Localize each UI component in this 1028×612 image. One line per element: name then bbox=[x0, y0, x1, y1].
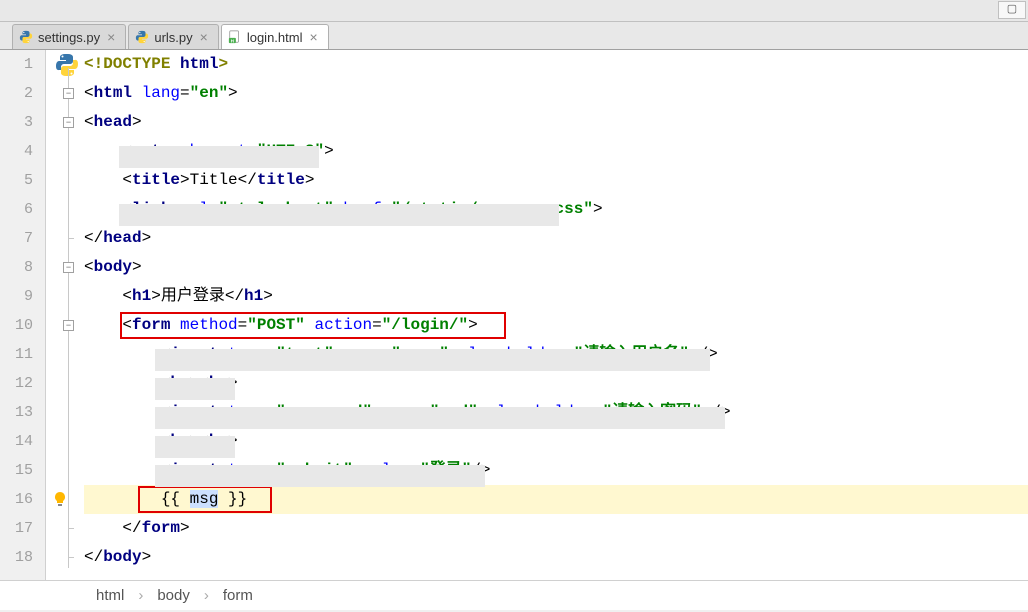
lightbulb-icon[interactable] bbox=[52, 491, 68, 507]
line-number: 6 bbox=[0, 195, 33, 224]
line-number: 13 bbox=[0, 398, 33, 427]
breadcrumb[interactable]: body bbox=[157, 587, 190, 604]
line-number: 7 bbox=[0, 224, 33, 253]
python-file-icon bbox=[54, 52, 80, 78]
code-line: <input type="submit" value="登录"/> bbox=[84, 456, 1028, 485]
code-area[interactable]: <!DOCTYPE html> <html lang="en"> <head> … bbox=[84, 50, 1028, 580]
line-number: 5 bbox=[0, 166, 33, 195]
code-line: <link rel="stylesheet" href="/static/com… bbox=[84, 195, 1028, 224]
fold-column: − − − − bbox=[46, 50, 84, 580]
code-line: <meta charset="UTF-8"> bbox=[84, 137, 1028, 166]
window-button[interactable]: ▢ bbox=[998, 1, 1026, 19]
tab-login-html[interactable]: H login.html × bbox=[221, 24, 329, 49]
code-line: <html lang="en"> bbox=[84, 79, 1028, 108]
fold-marker[interactable]: − bbox=[63, 320, 74, 331]
line-number: 14 bbox=[0, 427, 33, 456]
line-gutter: 1 2 3 4 5 6 7 8 9 10 11 12 13 14 15 16 1… bbox=[0, 50, 46, 580]
code-line: </head> bbox=[84, 224, 1028, 253]
tab-label: settings.py bbox=[38, 30, 100, 45]
breadcrumb[interactable]: html bbox=[96, 587, 124, 604]
fold-marker[interactable]: − bbox=[63, 262, 74, 273]
fold-marker[interactable]: − bbox=[63, 117, 74, 128]
code-line: <input type="text" name="user" placehold… bbox=[84, 340, 1028, 369]
code-line: </form> bbox=[84, 514, 1028, 543]
tab-urls[interactable]: urls.py × bbox=[128, 24, 218, 49]
breadcrumb[interactable]: form bbox=[223, 587, 253, 604]
code-line: <title>Title</title> bbox=[84, 166, 1028, 195]
line-number: 11 bbox=[0, 340, 33, 369]
line-number: 17 bbox=[0, 514, 33, 543]
line-number: 2 bbox=[0, 79, 33, 108]
code-line: <h1>用户登录</h1> bbox=[84, 282, 1028, 311]
code-line: <br><br> bbox=[84, 369, 1028, 398]
line-number: 4 bbox=[0, 137, 33, 166]
code-line: <br><br> bbox=[84, 427, 1028, 456]
python-icon bbox=[135, 30, 149, 44]
html-icon: H bbox=[228, 30, 242, 44]
code-line: </body> bbox=[84, 543, 1028, 572]
chevron-right-icon: › bbox=[138, 587, 143, 604]
title-bar: ▢ bbox=[0, 0, 1028, 22]
chevron-right-icon: › bbox=[204, 587, 209, 604]
line-number: 10 bbox=[0, 311, 33, 340]
line-number: 15 bbox=[0, 456, 33, 485]
line-number: 18 bbox=[0, 543, 33, 572]
tab-label: urls.py bbox=[154, 30, 192, 45]
line-number: 1 bbox=[0, 50, 33, 79]
tab-label: login.html bbox=[247, 30, 303, 45]
code-line: <input type="password" name="pwd" placeh… bbox=[84, 398, 1028, 427]
line-number: 3 bbox=[0, 108, 33, 137]
close-icon[interactable]: × bbox=[105, 29, 117, 45]
code-line: <!DOCTYPE html> bbox=[84, 50, 1028, 79]
close-icon[interactable]: × bbox=[307, 29, 319, 45]
svg-text:H: H bbox=[231, 38, 234, 43]
breadcrumb-bar: html › body › form bbox=[0, 580, 1028, 610]
editor-pane: 1 2 3 4 5 6 7 8 9 10 11 12 13 14 15 16 1… bbox=[0, 50, 1028, 580]
code-line: <head> bbox=[84, 108, 1028, 137]
tab-settings[interactable]: settings.py × bbox=[12, 24, 126, 49]
python-icon bbox=[19, 30, 33, 44]
code-line: <body> bbox=[84, 253, 1028, 282]
line-number: 9 bbox=[0, 282, 33, 311]
line-number: 8 bbox=[0, 253, 33, 282]
line-number: 12 bbox=[0, 369, 33, 398]
close-icon[interactable]: × bbox=[198, 29, 210, 45]
line-number: 16 bbox=[0, 485, 33, 514]
tab-bar: settings.py × urls.py × H login.html × bbox=[0, 22, 1028, 50]
fold-marker[interactable]: − bbox=[63, 88, 74, 99]
